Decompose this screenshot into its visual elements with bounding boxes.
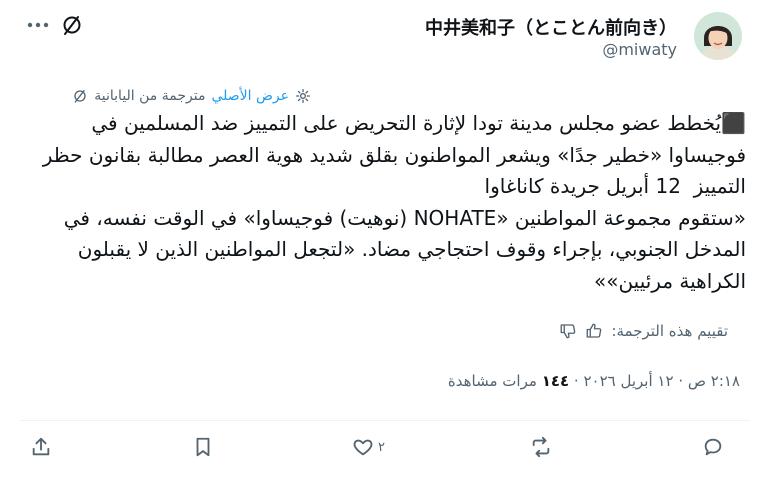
show-original-link[interactable]: عرض الأصلي [211, 88, 289, 104]
retweet-button[interactable] [530, 432, 552, 462]
meta-separator: · [569, 372, 579, 390]
thumbs-up-icon[interactable] [585, 322, 603, 340]
gear-icon[interactable] [295, 88, 311, 104]
tweet-meta: ٢:١٨ ص · ١٢ أبريل ٢٠٢٦ · ١٤٤ مرات مشاهدة [448, 372, 740, 390]
reply-button[interactable] [702, 432, 724, 462]
tweet-text: ⬛يُخطط عضو مجلس مدينة تودا لإثارة التحري… [42, 111, 746, 293]
like-count: ٢ [378, 439, 385, 455]
reply-icon [704, 438, 722, 456]
author-handle[interactable]: @miwaty [602, 40, 677, 59]
translate-off-icon [74, 90, 86, 103]
divider [20, 420, 750, 421]
heart-icon [353, 439, 373, 456]
views-count: ١٤٤ [541, 372, 570, 390]
rate-translation-label: تقييم هذه الترجمة: [611, 322, 728, 340]
avatar[interactable] [694, 12, 742, 60]
translation-bar: عرض الأصلي مترجمة من اليابانية [72, 88, 311, 104]
bookmark-icon [196, 437, 210, 457]
tweet-timestamp[interactable]: ٢:١٨ ص · ١٢ أبريل ٢٠٢٦ [583, 372, 740, 390]
rate-translation: تقييم هذه الترجمة: [559, 322, 728, 340]
thumbs-down-icon[interactable] [559, 322, 577, 340]
more-options-button[interactable] [24, 14, 52, 36]
like-button[interactable]: ٢ [352, 432, 385, 462]
bookmark-button[interactable] [192, 432, 214, 462]
more-icon [27, 22, 49, 28]
share-button[interactable] [30, 432, 52, 462]
slash-circle-icon [63, 16, 81, 35]
share-icon [32, 437, 50, 456]
author-display-name[interactable]: 中井美和子（とことん前向き） [425, 14, 677, 40]
retweet-icon [532, 436, 550, 458]
hide-translation-button[interactable] [60, 13, 84, 37]
views-label: مرات مشاهدة [447, 372, 537, 390]
translated-from-label: مترجمة من اليابانية [94, 88, 206, 104]
